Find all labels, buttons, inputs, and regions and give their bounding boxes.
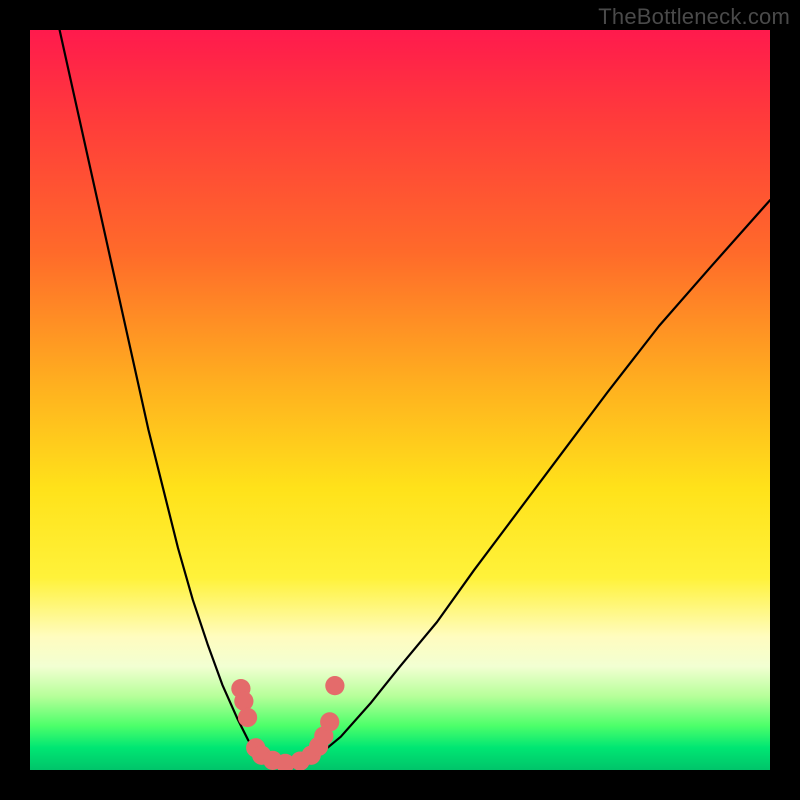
curve-left-curve bbox=[60, 30, 289, 769]
marker-layer bbox=[231, 676, 344, 770]
data-marker bbox=[234, 692, 253, 711]
chart-frame: TheBottleneck.com bbox=[0, 0, 800, 800]
plot-area bbox=[30, 30, 770, 770]
curve-layer bbox=[60, 30, 770, 769]
chart-svg bbox=[30, 30, 770, 770]
data-marker bbox=[325, 676, 344, 695]
data-marker bbox=[320, 712, 339, 731]
curve-right-curve bbox=[289, 200, 770, 768]
data-marker bbox=[238, 708, 257, 727]
watermark-text: TheBottleneck.com bbox=[598, 4, 790, 30]
